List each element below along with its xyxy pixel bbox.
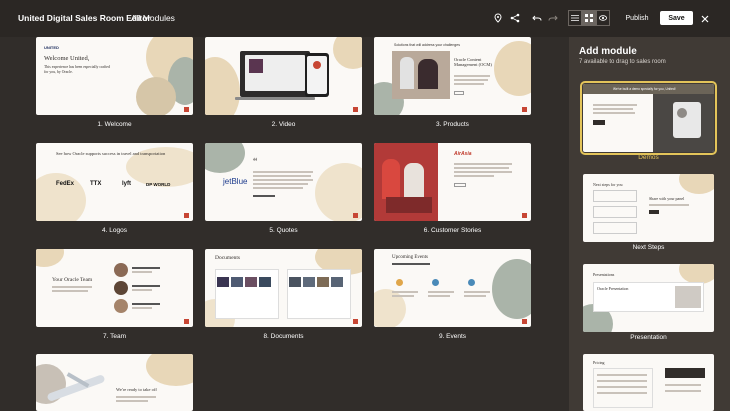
oracle-logo-icon	[184, 319, 189, 324]
module-option-label: Presentation	[630, 334, 667, 341]
add-module-panel: Add module 7 available to drag to sales …	[569, 37, 730, 411]
oracle-logo-icon	[353, 213, 358, 218]
stories-brand: AirAsia	[454, 151, 472, 157]
publish-button[interactable]: Publish	[622, 11, 652, 25]
presentation-item: Oracle Presentation	[597, 286, 629, 291]
module-card-customer-stories[interactable]: AirAsia	[374, 143, 531, 221]
pricing-heading: Pricing	[593, 360, 605, 365]
preview-icon[interactable]	[596, 10, 610, 26]
documents-heading: Documents	[215, 255, 241, 261]
module-option-pricing[interactable]: Pricing	[583, 354, 714, 411]
save-button[interactable]: Save	[660, 11, 693, 25]
module-card-team[interactable]: Your Oracle Team	[36, 249, 193, 327]
module-card-quotes[interactable]: jetBlue “	[205, 143, 362, 221]
modules-canvas: UNITED Welcome United, This experience h…	[0, 37, 569, 411]
oracle-logo-icon	[184, 213, 189, 218]
module-label: 2. Video	[271, 121, 296, 128]
demos-banner: We've built a demo specially for you, Un…	[613, 87, 676, 91]
module-option-presentation[interactable]: Presentations Oracle Presentation	[583, 264, 714, 332]
welcome-brand: UNITED	[44, 45, 59, 50]
oracle-logo-icon	[353, 107, 358, 112]
logo-dpworld: DP WORLD	[146, 182, 171, 187]
module-card-logos[interactable]: See how Oracle supports success in trave…	[36, 143, 193, 221]
module-label: 9. Events	[438, 333, 467, 340]
oracle-logo-icon	[522, 319, 527, 324]
module-option-label: Next Steps	[632, 244, 665, 251]
top-bar: United Digital Sales Room Editor All Mod…	[0, 0, 730, 37]
breadcrumb-all-modules[interactable]: All Modules	[131, 13, 175, 23]
module-card-takeoff[interactable]: We're ready to take off	[36, 354, 193, 411]
module-card-documents[interactable]: Documents	[205, 249, 362, 327]
welcome-body: This experience has been especially craf…	[44, 65, 110, 74]
module-card-products[interactable]: Solutions that will address your challen…	[374, 37, 531, 115]
module-card-events[interactable]: Upcoming Events	[374, 249, 531, 327]
logo-ttx: TTX	[90, 181, 102, 187]
module-option-label: Demos	[638, 154, 659, 161]
module-label: 6. Customer Stories	[423, 227, 482, 234]
quotes-brand: jetBlue	[223, 177, 248, 186]
presentation-heading: Presentations	[593, 272, 615, 277]
module-label: 1. Welcome	[97, 121, 132, 128]
module-option-next-steps[interactable]: Next steps for you Share with your panel	[583, 174, 714, 242]
undo-icon[interactable]	[530, 11, 544, 25]
module-label: 4. Logos	[102, 227, 127, 234]
close-icon[interactable]	[699, 12, 711, 24]
next-steps-heading: Next steps for you	[593, 182, 623, 187]
pin-icon[interactable]	[491, 11, 505, 25]
logos-heading: See how Oracle supports success in trave…	[56, 151, 166, 156]
products-heading: Oracle Content Management (OCM)	[454, 57, 492, 68]
module-label: 5. Quotes	[269, 227, 298, 234]
module-label: 3. Products	[436, 121, 469, 128]
share-panel-text: Share with your panel	[649, 196, 685, 201]
quote-mark-icon: “	[253, 157, 258, 168]
module-label: 8. Documents	[263, 333, 304, 340]
products-top: Solutions that will address your challen…	[394, 43, 460, 47]
redo-icon[interactable]	[546, 11, 560, 25]
oracle-logo-icon	[184, 107, 189, 112]
team-heading: Your Oracle Team	[52, 277, 93, 283]
module-card-video[interactable]	[205, 37, 362, 115]
panel-subtitle: 7 available to drag to sales room	[579, 59, 666, 65]
module-label: 7. Team	[102, 333, 126, 340]
oracle-logo-icon	[522, 107, 527, 112]
events-heading: Upcoming Events	[392, 255, 428, 260]
takeoff-heading: We're ready to take off	[116, 387, 157, 392]
logo-lyft: lyft	[122, 181, 131, 187]
welcome-heading: Welcome United,	[44, 55, 90, 62]
grid-view-icon[interactable]	[582, 10, 596, 26]
logo-fedex: FedEx	[56, 181, 75, 187]
share-icon[interactable]	[508, 11, 522, 25]
list-view-icon[interactable]	[568, 10, 582, 26]
oracle-logo-icon	[522, 213, 527, 218]
oracle-logo-icon	[353, 319, 358, 324]
panel-title: Add module	[579, 46, 637, 57]
module-card-welcome[interactable]: UNITED Welcome United, This experience h…	[36, 37, 193, 115]
module-option-demos[interactable]: We've built a demo specially for you, Un…	[580, 81, 717, 155]
view-toggle	[568, 10, 610, 26]
